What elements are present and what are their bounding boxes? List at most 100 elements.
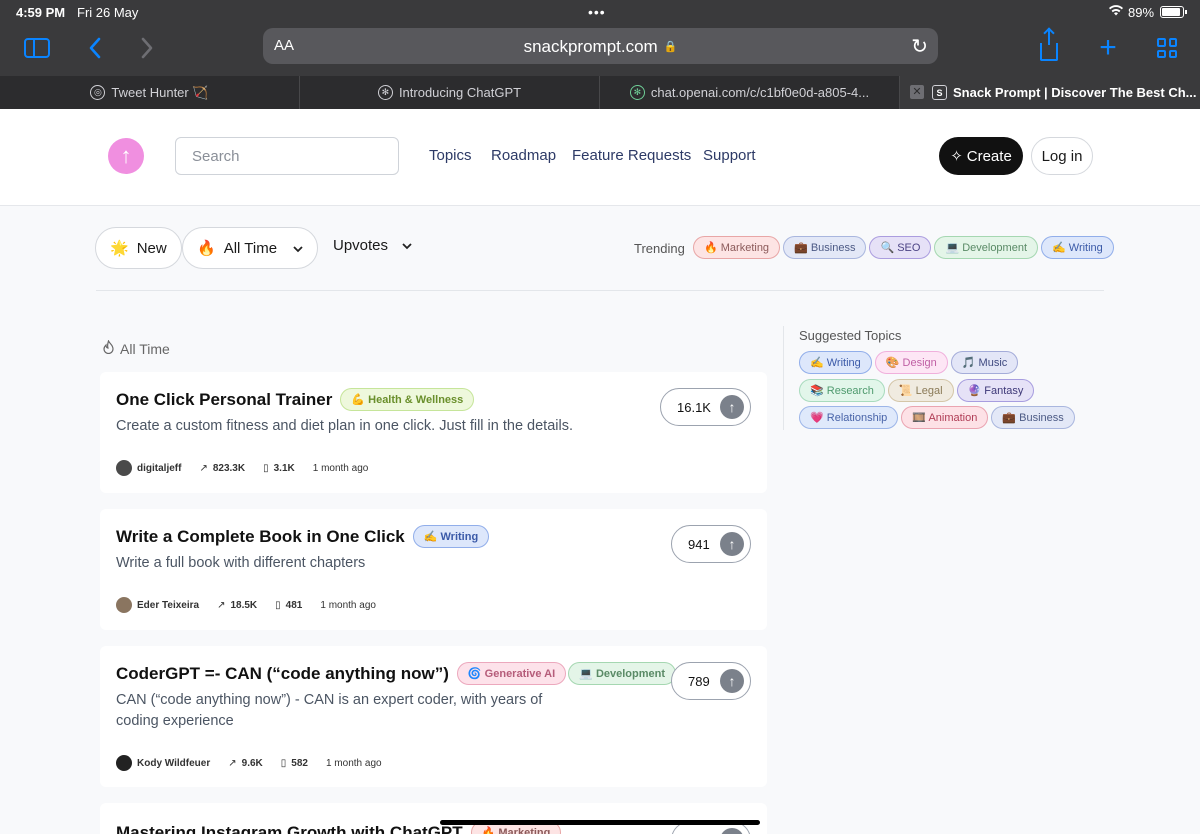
sort-upvotes-select[interactable]: Upvotes — [333, 237, 412, 254]
bookmark-icon[interactable]: ▯ — [263, 463, 269, 474]
prompt-title[interactable]: One Click Personal Trainer — [116, 390, 332, 410]
prompt-tag[interactable]: 💪 Health & Wellness — [340, 388, 475, 411]
sidebar-divider — [783, 326, 784, 430]
upvote-arrow-icon: ↑ — [720, 532, 744, 556]
author-name[interactable]: Eder Teixeira — [137, 600, 199, 611]
trending-tag-seo[interactable]: 🔍 SEO — [869, 236, 932, 259]
trending-tag-development[interactable]: 💻 Development — [934, 236, 1039, 259]
prompt-title[interactable]: CoderGPT =- CAN (“code anything now”) — [116, 664, 449, 684]
fire-icon: 🔥 — [197, 240, 216, 257]
share-icon[interactable] — [1034, 29, 1064, 62]
views-count: 823.3K — [212, 462, 246, 474]
upvote-button[interactable]: 941 ↑ — [671, 525, 751, 563]
avatar — [116, 597, 132, 613]
browser-tab-tweet-hunter[interactable]: ◎ Tweet Hunter 🏹 — [0, 76, 300, 109]
upvote-arrow-icon: ↑ — [720, 828, 744, 834]
nav-roadmap[interactable]: Roadmap — [491, 147, 556, 164]
prompt-description: Write a full book with different chapter… — [116, 555, 366, 571]
topic-legal[interactable]: 📜 Legal — [887, 379, 954, 402]
lock-icon: 🔒 — [663, 41, 678, 53]
snack-prompt-favicon-icon: S — [932, 85, 947, 100]
url-text: snackprompt.com — [523, 37, 658, 56]
tab-overview-icon[interactable] — [1152, 34, 1182, 62]
bow-arrow-icon: 🏹 — [192, 84, 209, 100]
sidebar-toggle-icon[interactable] — [22, 34, 52, 62]
upvote-arrow-icon: ↑ — [720, 669, 744, 693]
search-input[interactable] — [175, 137, 399, 175]
close-tab-icon[interactable]: ✕ — [910, 85, 924, 99]
trending-tag-marketing[interactable]: 🔥 Marketing — [693, 236, 781, 259]
prompt-card[interactable]: Mastering Instagram Growth with ChatGPT … — [100, 803, 767, 834]
saves-count: 582 — [291, 757, 308, 769]
upvote-button[interactable]: 789 ↑ — [671, 662, 751, 700]
login-button[interactable]: Log in — [1031, 137, 1093, 175]
topic-design[interactable]: 🎨 Design — [874, 351, 948, 374]
prompt-tag[interactable]: ✍️ Writing — [412, 525, 490, 548]
snack-prompt-logo-icon[interactable]: ↑ — [108, 138, 144, 174]
bookmark-icon[interactable]: ▯ — [281, 758, 287, 769]
nav-feature-requests[interactable]: Feature Requests — [572, 147, 691, 164]
back-icon[interactable] — [80, 34, 110, 62]
tweet-hunter-favicon-icon: ◎ — [90, 85, 106, 100]
sparkle-icon: ✧ — [950, 148, 963, 165]
saves-count: 481 — [285, 599, 303, 611]
prompt-description: CAN (“code anything now”) - CAN is an ex… — [116, 692, 543, 729]
prompt-description: Create a custom fitness and diet plan in… — [116, 418, 573, 434]
prompt-title[interactable]: Mastering Instagram Growth with ChatGPT — [116, 823, 463, 834]
views-arrow-icon: ↗ — [228, 757, 237, 769]
upvote-button[interactable]: 16.1K ↑ — [660, 388, 751, 426]
create-button[interactable]: ✧ Create — [939, 137, 1023, 175]
views-arrow-icon: ↗ — [199, 462, 208, 474]
trending-tag-writing[interactable]: ✍️ Writing — [1041, 236, 1114, 259]
author-name[interactable]: digitaljeff — [137, 463, 181, 474]
views-count: 9.6K — [241, 757, 263, 769]
bookmark-icon[interactable]: ▯ — [275, 600, 281, 611]
wifi-icon — [1108, 3, 1124, 20]
topic-writing[interactable]: ✍️ Writing — [799, 351, 872, 374]
time-range-select[interactable]: 🔥 All Time — [182, 227, 319, 269]
upvote-count: 941 — [688, 536, 710, 552]
prompt-tag[interactable]: 🌀 Generative AI — [456, 662, 567, 685]
nav-topics[interactable]: Topics — [429, 147, 472, 164]
divider — [96, 290, 1104, 291]
views-arrow-icon: ↗ — [217, 599, 226, 611]
prompt-card[interactable]: CoderGPT =- CAN (“code anything now”) 🌀 … — [100, 646, 767, 787]
topic-relationship[interactable]: 💗 Relationship — [799, 406, 899, 429]
prompt-card[interactable]: Write a Complete Book in One Click ✍️ Wr… — [100, 509, 767, 630]
site-header: ↑ Topics Roadmap Feature Requests Suppor… — [0, 109, 1200, 206]
new-tab-icon[interactable]: + — [1093, 31, 1123, 64]
browser-tab-chat-openai[interactable]: ✻ chat.openai.com/c/c1bf0e0d-a805-4... — [600, 76, 900, 109]
upvote-count: 16.1K — [677, 399, 711, 415]
multitasking-dots-icon[interactable]: ••• — [588, 4, 606, 20]
upvote-count: 789 — [688, 673, 710, 689]
topic-fantasy[interactable]: 🔮 Fantasy — [956, 379, 1035, 402]
trending-tag-business[interactable]: 💼 Business — [783, 236, 867, 259]
suggested-topics-heading: Suggested Topics — [799, 328, 902, 343]
topic-music[interactable]: 🎵 Music — [950, 351, 1019, 374]
author-name[interactable]: Kody Wildfeuer — [137, 758, 210, 769]
chevron-down-icon — [402, 237, 412, 254]
battery-percent: 89% — [1128, 5, 1155, 20]
browser-tab-snack-prompt[interactable]: ✕ S Snack Prompt | Discover The Best Ch.… — [900, 76, 1200, 109]
avatar — [116, 460, 132, 476]
status-bar: 4:59 PM Fri 26 May ••• 89% — [0, 0, 1200, 24]
chevron-down-icon — [293, 240, 303, 257]
address-bar[interactable]: AA snackprompt.com 🔒 ↻ — [263, 28, 938, 64]
feed-heading: All Time — [102, 339, 170, 357]
openai-favicon-icon: ✻ — [377, 85, 393, 100]
battery-icon — [1160, 6, 1184, 18]
topic-research[interactable]: 📚 Research — [799, 379, 885, 402]
prompt-card[interactable]: One Click Personal Trainer 💪 Health & We… — [100, 372, 767, 493]
browser-tab-introducing-chatgpt[interactable]: ✻ Introducing ChatGPT — [300, 76, 600, 109]
reload-icon[interactable]: ↻ — [911, 34, 928, 59]
sort-new-button[interactable]: 🌟 New — [95, 227, 182, 269]
topic-business[interactable]: 💼 Business — [991, 406, 1075, 429]
star-icon: 🌟 — [110, 240, 129, 257]
prompt-tag[interactable]: 💻 Development — [568, 662, 677, 685]
topic-animation[interactable]: 🎞️ Animation — [901, 406, 989, 429]
nav-support[interactable]: Support — [703, 147, 756, 164]
forward-icon[interactable] — [132, 34, 162, 62]
home-indicator[interactable] — [440, 820, 760, 825]
prompt-title[interactable]: Write a Complete Book in One Click — [116, 527, 405, 547]
trending-tags: 🔥 Marketing 💼 Business 🔍 SEO 💻 Developme… — [693, 236, 1114, 259]
